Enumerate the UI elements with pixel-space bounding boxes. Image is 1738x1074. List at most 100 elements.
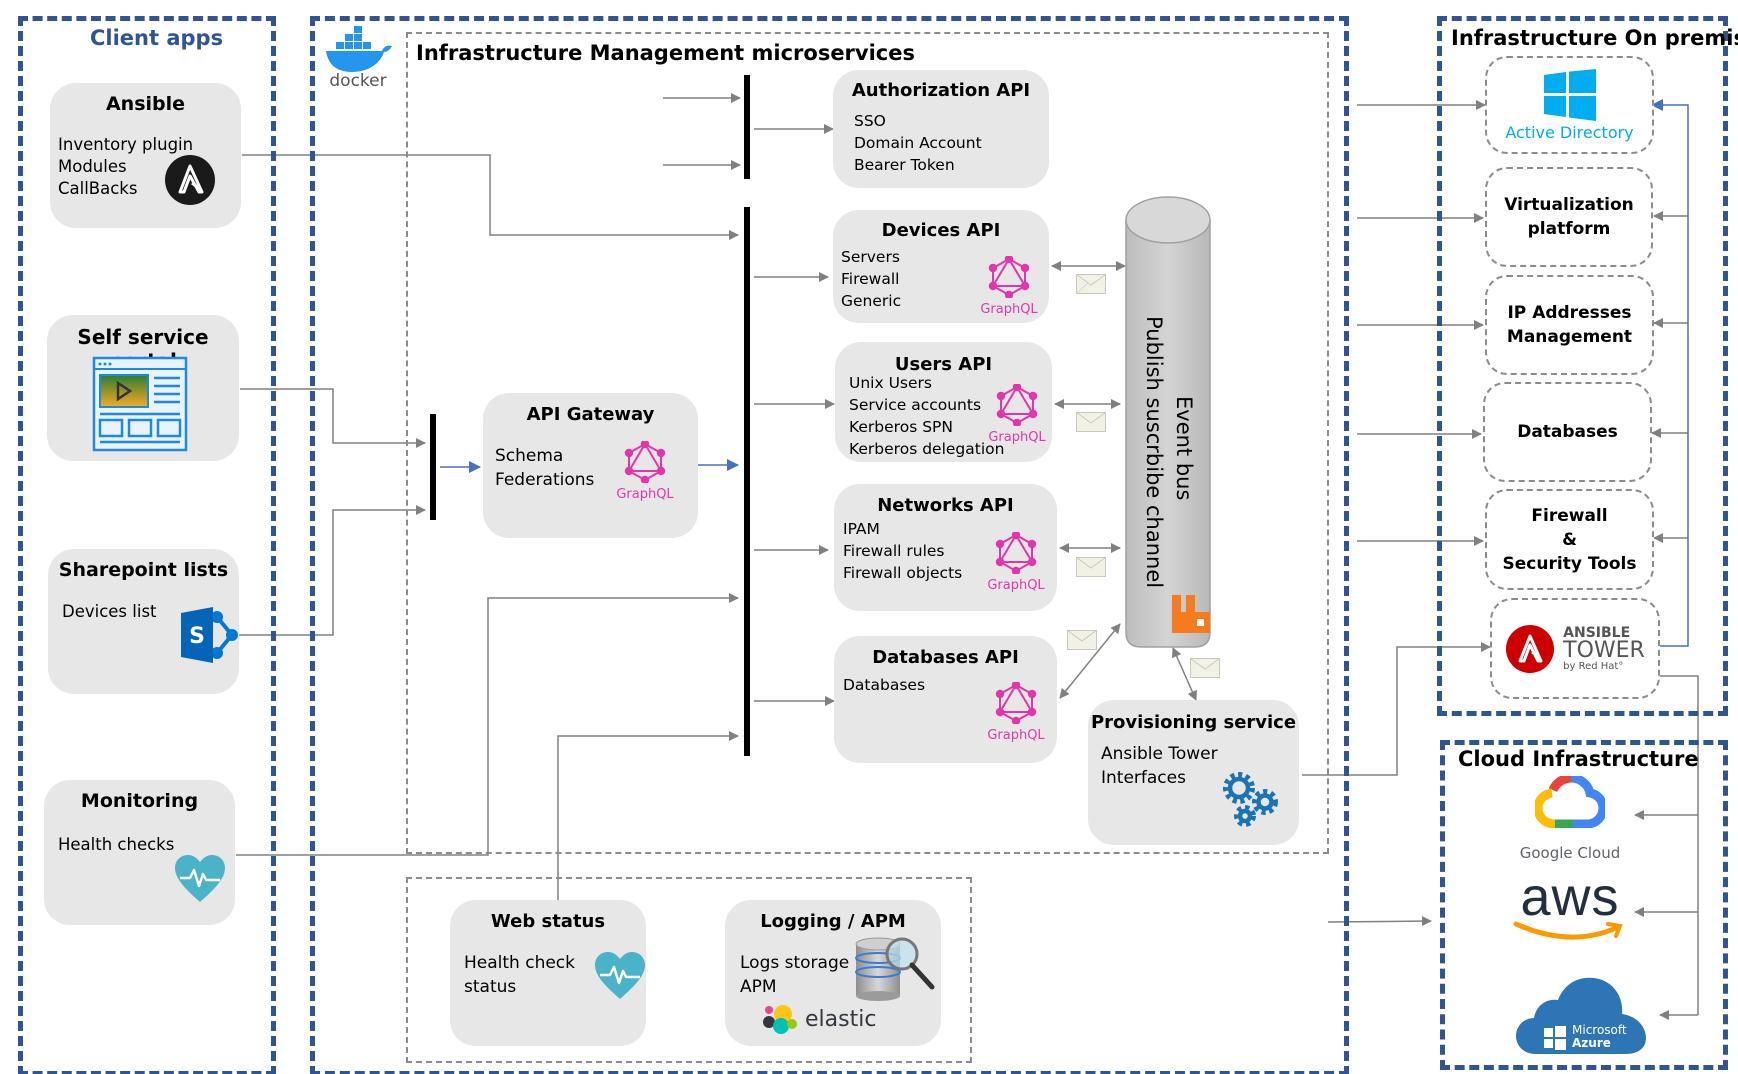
google-cloud-icon bbox=[1533, 773, 1608, 829]
azure-target[interactable]: Microsoft Azure bbox=[1514, 970, 1648, 1060]
databases-api-card[interactable]: Databases API Databases GraphQL bbox=[834, 636, 1057, 763]
card-title: Logging / APM bbox=[760, 911, 906, 932]
line: Firewall objects bbox=[843, 564, 963, 582]
devices-api-card[interactable]: Devices API Servers Firewall Generic Gra… bbox=[833, 210, 1049, 323]
graphql-badge: GraphQL bbox=[987, 680, 1045, 743]
card-lines: SSO Domain Account Bearer Token bbox=[854, 110, 982, 176]
event-bus[interactable]: Event bus Publish suscrbibe channel bbox=[1125, 196, 1211, 648]
azure-label-line2: Azure bbox=[1572, 1036, 1611, 1050]
card-lines: Ansible Tower Interfaces bbox=[1101, 742, 1218, 790]
docker-wordmark: docker bbox=[329, 71, 386, 88]
message-envelope-icon bbox=[1076, 274, 1106, 294]
card-lines: Servers Firewall Generic bbox=[841, 246, 901, 312]
graphql-label: GraphQL bbox=[616, 487, 674, 502]
client-apps-title: Client apps bbox=[90, 26, 224, 50]
microservices-title: Infrastructure Management microservices bbox=[416, 41, 915, 65]
line: Domain Account bbox=[854, 134, 982, 152]
ansible-tower-icon bbox=[1506, 624, 1555, 673]
firewall-security-tools-target[interactable]: Firewall & Security Tools bbox=[1485, 489, 1654, 590]
event-bus-title: Event bus bbox=[1172, 396, 1196, 501]
line: Schema bbox=[495, 446, 564, 466]
card-title: Databases API bbox=[872, 647, 1019, 668]
google-cloud-label: Google Cloud bbox=[1519, 844, 1621, 862]
elastic-icon bbox=[763, 1005, 797, 1034]
line: Unix Users bbox=[849, 374, 932, 392]
line: Inventory plugin bbox=[58, 135, 194, 154]
graphql-label: GraphQL bbox=[987, 578, 1045, 593]
heart-pulse-icon bbox=[595, 952, 645, 999]
gateway-input-bar bbox=[430, 414, 436, 520]
database-search-icon bbox=[855, 937, 935, 1001]
ip-addresses-management-target[interactable]: IP Addresses Management bbox=[1485, 275, 1654, 375]
self-service-portal-card[interactable]: Self service portal bbox=[47, 315, 239, 461]
azure-label: Microsoft Azure bbox=[1572, 1024, 1627, 1050]
card-title: Sharepoint lists bbox=[58, 559, 229, 581]
ansible-logo-icon bbox=[165, 155, 215, 205]
line: Ansible Tower bbox=[1101, 744, 1218, 764]
card-lines: Schema Federations bbox=[495, 444, 594, 492]
line: Devices list bbox=[62, 602, 157, 621]
card-lines: Health check status bbox=[464, 951, 575, 999]
line: Logs storage bbox=[740, 953, 850, 973]
graphql-badge: GraphQL bbox=[988, 382, 1046, 445]
api-gateway-card[interactable]: API Gateway Schema Federations GraphQL bbox=[483, 393, 698, 538]
monitoring-card[interactable]: Monitoring Health checks bbox=[44, 780, 235, 925]
line: Kerberos SPN bbox=[849, 418, 953, 436]
graphql-icon bbox=[996, 382, 1038, 428]
rabbitmq-icon bbox=[1172, 595, 1210, 633]
card-title: Ansible bbox=[105, 93, 186, 115]
card-lines: Logs storage APM bbox=[740, 951, 849, 999]
graphql-badge: GraphQL bbox=[987, 530, 1045, 593]
line: APM bbox=[740, 977, 777, 997]
card-lines: Devices list bbox=[62, 601, 157, 623]
web-status-card[interactable]: Web status Health check status bbox=[450, 900, 646, 1046]
line: Kerberos delegation bbox=[849, 440, 1005, 458]
on-premise-title: Infrastructure On premise bbox=[1451, 26, 1738, 50]
aws-wordmark: aws bbox=[1520, 867, 1620, 927]
line: Bearer Token bbox=[854, 156, 955, 174]
line: SSO bbox=[854, 112, 886, 130]
google-cloud-target[interactable]: Google Cloud bbox=[1510, 773, 1630, 866]
graphql-icon bbox=[988, 254, 1030, 300]
logging-apm-card[interactable]: Logging / APM Logs storage APM elastic bbox=[725, 900, 941, 1046]
ansible-tower-wordmark: ANSIBLE TOWER by Red Hat° bbox=[1563, 626, 1645, 672]
card-title: Devices API bbox=[881, 220, 1001, 241]
databases-target[interactable]: Databases bbox=[1483, 382, 1652, 482]
active-directory-target[interactable]: Active Directory bbox=[1485, 56, 1654, 154]
graphql-icon bbox=[624, 439, 666, 485]
ansible-client-card[interactable]: Ansible Inventory plugin Modules CallBac… bbox=[50, 83, 241, 228]
card-title: Authorization API bbox=[851, 80, 1031, 101]
authorization-api-card[interactable]: Authorization API SSO Domain Account Bea… bbox=[833, 70, 1049, 188]
sharepoint-icon: S bbox=[181, 607, 238, 663]
line: Databases bbox=[843, 676, 926, 694]
card-lines: Health checks bbox=[58, 834, 174, 856]
line: IPAM bbox=[843, 520, 880, 538]
card-title: Networks API bbox=[877, 495, 1014, 516]
line: Servers bbox=[841, 248, 900, 266]
event-bus-subtitle: Publish suscrbibe channel bbox=[1142, 316, 1166, 589]
graphql-icon bbox=[995, 530, 1037, 576]
users-api-card[interactable]: Users API Unix Users Service accounts Ke… bbox=[835, 342, 1052, 462]
line: Firewall bbox=[841, 270, 900, 288]
line: Service accounts bbox=[849, 396, 982, 414]
windows-icon bbox=[1543, 69, 1596, 121]
cloud-title: Cloud Infrastructure bbox=[1458, 747, 1699, 771]
ansible-tower-target[interactable]: ANSIBLE TOWER by Red Hat° bbox=[1490, 598, 1660, 699]
line: Firewall rules bbox=[843, 542, 945, 560]
event-bus-label: Event bus Publish suscrbibe channel bbox=[1139, 316, 1199, 588]
line: Health checks bbox=[58, 835, 175, 854]
sharepoint-card[interactable]: Sharepoint lists Devices list S bbox=[48, 549, 239, 694]
main-bus-bar bbox=[744, 207, 750, 756]
provisioning-service-card[interactable]: Provisioning service Ansible Tower Inter… bbox=[1088, 700, 1299, 845]
elastic-wordmark: elastic bbox=[805, 1006, 877, 1032]
line: Interfaces bbox=[1101, 768, 1186, 788]
aws-target[interactable]: aws bbox=[1510, 870, 1630, 954]
networks-api-card[interactable]: Networks API IPAM Firewall rules Firewal… bbox=[834, 484, 1057, 611]
card-title: Web status bbox=[490, 911, 606, 932]
graphql-label: GraphQL bbox=[988, 430, 1046, 445]
virtualization-platform-target[interactable]: Virtualization platform bbox=[1485, 167, 1653, 267]
graphql-badge: GraphQL bbox=[980, 254, 1038, 317]
card-title: Provisioning service bbox=[1090, 712, 1297, 733]
svg-text:S: S bbox=[189, 624, 205, 649]
web-portal-icon bbox=[92, 356, 188, 452]
